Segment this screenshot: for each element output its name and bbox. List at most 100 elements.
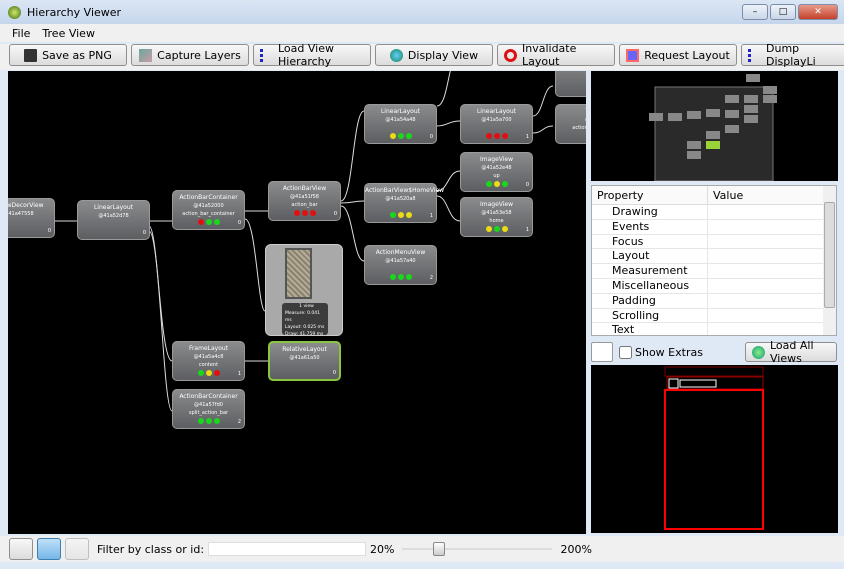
- property-scrollbar[interactable]: [823, 186, 836, 335]
- property-row[interactable]: Events: [592, 219, 836, 235]
- status-light-green: [501, 181, 508, 187]
- property-name: Layout: [592, 249, 708, 264]
- node-addr: @41a52d78: [98, 213, 129, 219]
- tree-overview[interactable]: [591, 71, 838, 182]
- show-extras-label: Show Extras: [635, 345, 703, 359]
- view-node[interactable]: LinearLayout @41a54a48 0: [364, 104, 437, 144]
- zoom-min-label: 20%: [370, 542, 395, 556]
- node-addr: @4...: [556, 116, 586, 124]
- node-name: ImageView: [479, 201, 514, 208]
- node-index: 0: [47, 228, 51, 234]
- property-name: Miscellaneous: [592, 278, 708, 293]
- property-name: Focus: [592, 234, 708, 249]
- filter-label: Filter by class or id:: [97, 542, 205, 556]
- property-row[interactable]: Measurement: [592, 264, 836, 279]
- views-icon: [752, 345, 765, 359]
- property-row[interactable]: Layout: [592, 249, 836, 265]
- no-entry-icon: [504, 48, 517, 62]
- view-node[interactable]: RelativeLayout @41a61a50 0: [268, 341, 341, 381]
- status-light-green: [205, 219, 212, 225]
- view-node[interactable]: 0: [555, 71, 586, 97]
- value-header[interactable]: Value: [708, 186, 748, 204]
- node-addr: @41a61a50: [289, 355, 320, 361]
- property-name: Measurement: [592, 264, 708, 278]
- status-light-red: [301, 210, 308, 216]
- tree-canvas[interactable]: ...dowDecorView @41a47558 0 LinearLayout @41…: [8, 71, 586, 534]
- zoom-slider-knob[interactable]: [432, 542, 445, 556]
- property-row[interactable]: Padding: [592, 293, 836, 309]
- status-light-red: [501, 133, 508, 139]
- property-row[interactable]: Drawing: [592, 205, 836, 220]
- dump-display-list-button[interactable]: Dump DisplayLi: [741, 44, 844, 68]
- status-light-red: [493, 133, 500, 139]
- menu-tree-view[interactable]: Tree View: [42, 27, 95, 40]
- node-id: home: [489, 218, 504, 224]
- maximize-button[interactable]: □: [770, 4, 796, 20]
- node-addr: @41a5a700: [481, 117, 512, 123]
- node-name: ActionBarView$HomeView: [365, 187, 445, 194]
- node-name: LinearLayout: [476, 108, 517, 115]
- view-node[interactable]: ActionBarView @41a51f58 action_bar 0: [268, 181, 341, 221]
- view-node[interactable]: FrameLayout @41a5a4c8 content 1: [172, 341, 245, 381]
- floppy-icon: [24, 48, 38, 62]
- layers-icon: [139, 48, 153, 62]
- property-row[interactable]: Scrolling: [592, 308, 836, 324]
- view-node[interactable]: ImageView @41a52e48 up 0: [460, 152, 533, 192]
- globe-icon: [389, 48, 403, 62]
- tree-layout-button[interactable]: [9, 538, 33, 560]
- request-layout-icon: [626, 48, 640, 62]
- property-name: Events: [592, 219, 708, 234]
- menu-bar: File Tree View: [0, 24, 844, 42]
- menu-file[interactable]: File: [12, 27, 30, 40]
- status-light-red: [485, 133, 492, 139]
- overview-toggle-button[interactable]: [37, 538, 61, 560]
- node-name: ActionBarContainer: [179, 194, 238, 201]
- node-addr: @41a52000: [193, 203, 224, 209]
- node-id: up: [493, 173, 500, 179]
- layout-preview[interactable]: [591, 365, 838, 533]
- color-swatch[interactable]: [591, 342, 613, 362]
- invalidate-layout-button[interactable]: Invalidate Layout: [497, 44, 615, 68]
- view-node[interactable]: Te...@4...action_bar_title1: [555, 104, 586, 144]
- status-light-green: [197, 418, 204, 424]
- property-row[interactable]: Focus: [592, 234, 836, 250]
- property-row[interactable]: Text: [592, 323, 836, 335]
- status-light-yellow: [493, 181, 500, 187]
- status-light-yellow: [389, 133, 396, 139]
- zoom-slider[interactable]: [402, 542, 553, 556]
- node-id: split_action_bar: [188, 410, 229, 416]
- filter-input[interactable]: [208, 542, 367, 556]
- view-node[interactable]: ...dowDecorView @41a47558 0: [8, 198, 55, 238]
- view-node[interactable]: ImageView @41a53e58 home 1: [460, 197, 533, 237]
- view-node[interactable]: LinearLayout @41a52d78 0: [77, 200, 150, 240]
- capture-layers-button[interactable]: Capture Layers: [131, 44, 249, 66]
- grid-button[interactable]: [65, 538, 89, 560]
- property-row[interactable]: Miscellaneous: [592, 278, 836, 294]
- load-all-views-button[interactable]: Load All Views: [745, 339, 837, 365]
- minimize-button[interactable]: –: [742, 4, 768, 20]
- load-view-hierarchy-button[interactable]: Load View Hierarchy: [253, 44, 371, 68]
- overview-map: [649, 74, 777, 182]
- node-addr: @41a52e48: [481, 165, 512, 171]
- status-light-green: [213, 219, 220, 225]
- extras-bar: Show Extras Load All Views: [591, 339, 837, 365]
- view-node[interactable]: LinearLayout @41a5a700 1: [460, 104, 533, 144]
- show-extras-checkbox[interactable]: [619, 345, 632, 359]
- property-header[interactable]: Property: [592, 186, 708, 204]
- zoom-max-label: 200%: [560, 542, 592, 556]
- node-addr: @41a5a4c8: [193, 354, 224, 360]
- view-node[interactable]: ActionBarContainer @41a52000 action_bar_co…: [172, 190, 245, 230]
- view-node[interactable]: ActionMenuView @41a57a40 2: [364, 245, 437, 285]
- close-button[interactable]: ✕: [798, 4, 838, 20]
- node-name: RelativeLayout: [282, 346, 327, 353]
- view-node[interactable]: ActionBarContainer @41a57fd0 split_action_…: [172, 389, 245, 429]
- display-view-button[interactable]: Display View: [375, 44, 493, 66]
- node-addr: @41a57a40: [385, 258, 416, 264]
- tooltip-line: Layout: 0.025 ms: [285, 325, 325, 330]
- status-bar: Filter by class or id: 20% 200%: [0, 536, 844, 562]
- request-layout-button[interactable]: Request Layout: [619, 44, 737, 66]
- node-name: ActionBarView: [282, 185, 327, 192]
- view-node[interactable]: ActionBarView$HomeView @41a520a8 1: [364, 183, 445, 223]
- save-as-png-button[interactable]: Save as PNG: [9, 44, 127, 66]
- status-light-green: [389, 212, 396, 218]
